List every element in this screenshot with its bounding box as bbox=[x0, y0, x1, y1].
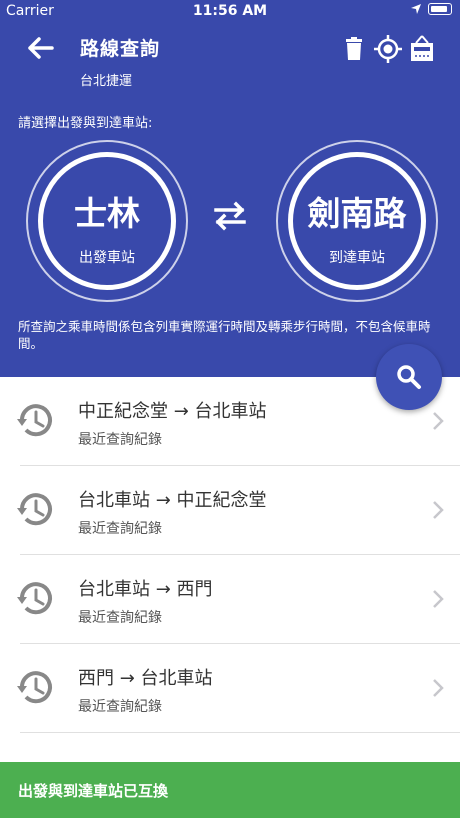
chevron-right-icon bbox=[433, 501, 444, 519]
history-item[interactable]: 西門 → 台北車站 最近查詢紀錄 bbox=[17, 644, 460, 733]
destination-station-role: 到達車站 bbox=[329, 250, 385, 266]
page-subtitle: 台北捷運 bbox=[80, 74, 133, 89]
location-arrow-icon bbox=[411, 4, 421, 14]
header: Carrier 11:56 AM 路線查詢 台北捷運 請選擇出發與到達車站: 士… bbox=[0, 0, 460, 377]
history-list: 中正紀念堂 → 台北車站 最近查詢紀錄 台北車站 → 中正紀念堂 最近查詢紀錄 … bbox=[0, 377, 460, 733]
battery-icon bbox=[428, 3, 452, 15]
history-item[interactable]: 台北車站 → 西門 最近查詢紀錄 bbox=[17, 555, 460, 644]
origin-station-ring: 士林 出發車站 bbox=[38, 152, 176, 290]
history-route: 西門 → 台北車站 bbox=[78, 668, 213, 689]
page-title: 路線查詢 bbox=[80, 38, 161, 60]
toolbar: 路線查詢 bbox=[0, 30, 460, 70]
origin-station-name: 士林 bbox=[74, 194, 140, 233]
swap-stations-icon[interactable] bbox=[210, 198, 250, 234]
hotel-icon[interactable] bbox=[406, 33, 438, 65]
history-clock-icon bbox=[17, 582, 52, 615]
history-label: 最近查詢紀錄 bbox=[78, 432, 162, 448]
history-clock-icon bbox=[17, 671, 52, 704]
history-item[interactable]: 台北車站 → 中正紀念堂 最近查詢紀錄 bbox=[17, 466, 460, 555]
chevron-right-icon bbox=[433, 412, 444, 430]
origin-station-button[interactable]: 士林 出發車站 bbox=[26, 140, 188, 302]
history-clock-icon bbox=[17, 404, 52, 437]
status-time: 11:56 AM bbox=[192, 3, 268, 19]
instruction-text: 請選擇出發與到達車站: bbox=[18, 116, 153, 131]
travel-time-note: 所查詢之乘車時間係包含列車實際運行時間及轉乘步行時間，不包含候車時間。 bbox=[18, 319, 431, 351]
status-indicators bbox=[410, 3, 452, 15]
status-bar: Carrier 11:56 AM bbox=[0, 0, 460, 24]
snackbar: 出發與到達車站已互換 bbox=[0, 762, 460, 818]
history-label: 最近查詢紀錄 bbox=[78, 699, 162, 715]
destination-station-button[interactable]: 劍南路 到達車站 bbox=[276, 140, 438, 302]
history-clock-icon bbox=[17, 493, 52, 526]
back-arrow-icon[interactable] bbox=[24, 32, 56, 64]
destination-station-name: 劍南路 bbox=[307, 194, 407, 233]
snackbar-message: 出發與到達車站已互換 bbox=[18, 782, 169, 800]
history-route: 台北車站 → 西門 bbox=[78, 579, 213, 600]
history-route: 台北車站 → 中正紀念堂 bbox=[78, 490, 267, 511]
trash-icon[interactable] bbox=[338, 33, 370, 65]
history-label: 最近查詢紀錄 bbox=[78, 610, 162, 626]
locate-icon[interactable] bbox=[372, 33, 404, 65]
chevron-right-icon bbox=[433, 590, 444, 608]
history-label: 最近查詢紀錄 bbox=[78, 521, 162, 537]
history-route: 中正紀念堂 → 台北車站 bbox=[78, 401, 267, 422]
origin-station-role: 出發車站 bbox=[79, 250, 135, 266]
destination-station-ring: 劍南路 到達車站 bbox=[288, 152, 426, 290]
chevron-right-icon bbox=[433, 679, 444, 697]
history-item[interactable]: 中正紀念堂 → 台北車站 最近查詢紀錄 bbox=[17, 377, 460, 466]
